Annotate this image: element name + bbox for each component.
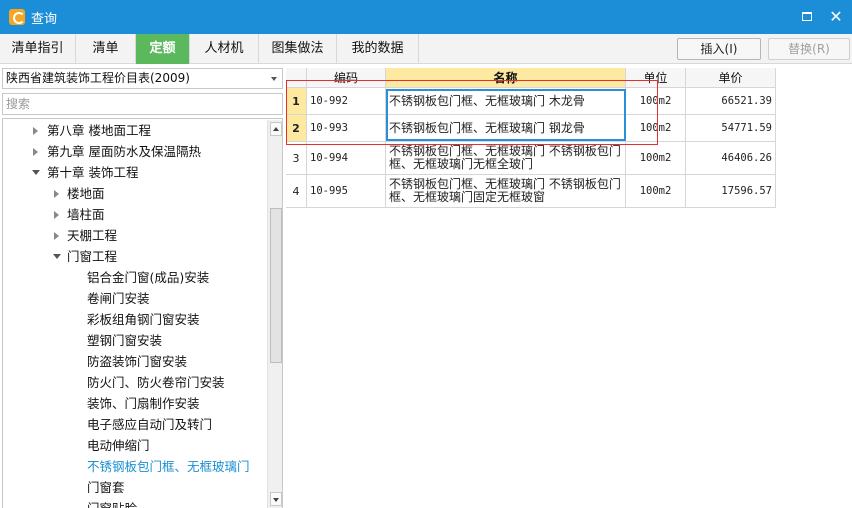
tab-bill-guide[interactable]: 清单指引 bbox=[0, 34, 76, 64]
tab-labor-material-machine[interactable]: 人材机 bbox=[190, 34, 259, 64]
tree-item-label: 楼地面 bbox=[67, 186, 105, 201]
tree-item-wall-column[interactable]: 墙柱面 bbox=[3, 204, 265, 225]
tree-item-label: 装饰、门扇制作安装 bbox=[87, 396, 200, 411]
tab-my-data[interactable]: 我的数据 bbox=[337, 34, 419, 64]
tree-item-label: 彩板组角钢门窗安装 bbox=[87, 312, 200, 327]
close-button[interactable]: ✕ bbox=[826, 7, 846, 27]
table-header-corner bbox=[286, 68, 307, 88]
tree-item-rolling-shutter[interactable]: 卷闸门安装 bbox=[3, 288, 265, 309]
cell-code[interactable]: 10-993 bbox=[307, 115, 386, 142]
triangle-down-icon[interactable] bbox=[32, 170, 40, 175]
cell-price[interactable]: 66521.39 bbox=[686, 88, 776, 115]
triangle-right-icon[interactable] bbox=[54, 232, 59, 240]
app-logo-icon bbox=[9, 9, 25, 25]
cell-name[interactable]: 不锈钢板包门框、无框玻璃门 钢龙骨 bbox=[386, 115, 626, 142]
tree-item-door-casing[interactable]: 门窗套 bbox=[3, 477, 265, 498]
tree-item-aluminum-doors[interactable]: 铝合金门窗(成品)安装 bbox=[3, 267, 265, 288]
tree-item-fire-doors[interactable]: 防火门、防火卷帘门安装 bbox=[3, 372, 265, 393]
title-bar: 查询 ✕ bbox=[0, 0, 852, 34]
tree-item-door-leaf[interactable]: 装饰、门扇制作安装 bbox=[3, 393, 265, 414]
column-header-price[interactable]: 单价 bbox=[686, 68, 776, 88]
tree-item-label: 电子感应自动门及转门 bbox=[87, 417, 213, 432]
row-number[interactable]: 2 bbox=[286, 115, 307, 142]
cell-code[interactable]: 10-992 bbox=[307, 88, 386, 115]
cell-unit[interactable]: 100m2 bbox=[626, 115, 686, 142]
tree-item-door-trim[interactable]: 门窗贴脸 bbox=[3, 498, 265, 508]
cell-price[interactable]: 46406.26 bbox=[686, 142, 776, 175]
tree-scrollbar[interactable] bbox=[267, 120, 282, 508]
category-tree: 第八章 楼地面工程 第九章 屋面防水及保温隔热 第十章 装饰工程 楼地面 墙柱面… bbox=[2, 118, 283, 508]
scroll-up-button[interactable] bbox=[270, 122, 282, 136]
tree-item-retractable-gate[interactable]: 电动伸缩门 bbox=[3, 435, 265, 456]
tree-item-label: 墙柱面 bbox=[67, 207, 105, 222]
tree-item-ceiling[interactable]: 天棚工程 bbox=[3, 225, 265, 246]
triangle-right-icon[interactable] bbox=[33, 148, 38, 156]
tree-item-chapter-8[interactable]: 第八章 楼地面工程 bbox=[3, 120, 265, 141]
triangle-right-icon[interactable] bbox=[33, 127, 38, 135]
tree-item-label: 铝合金门窗(成品)安装 bbox=[87, 270, 210, 285]
tree-item-doors-windows[interactable]: 门窗工程 bbox=[3, 246, 265, 267]
tree-item-floor[interactable]: 楼地面 bbox=[3, 183, 265, 204]
insert-button[interactable]: 插入(I) bbox=[677, 38, 761, 60]
cell-unit[interactable]: 100m2 bbox=[626, 88, 686, 115]
tree-item-label: 第十章 装饰工程 bbox=[47, 165, 139, 180]
tab-bill[interactable]: 清单 bbox=[76, 34, 136, 64]
tab-quota[interactable]: 定额 bbox=[136, 34, 190, 64]
tree-item-label: 门窗套 bbox=[87, 480, 125, 495]
column-header-name[interactable]: 名称 bbox=[386, 68, 626, 88]
tree-item-color-steel-doors[interactable]: 彩板组角钢门窗安装 bbox=[3, 309, 265, 330]
cell-unit[interactable]: 100m2 bbox=[626, 142, 686, 175]
tree-item-chapter-9[interactable]: 第九章 屋面防水及保温隔热 bbox=[3, 141, 265, 162]
tree-item-plastic-steel-doors[interactable]: 塑钢门窗安装 bbox=[3, 330, 265, 351]
tree-item-stainless-glass-doors[interactable]: 不锈钢板包门框、无框玻璃门 bbox=[3, 456, 265, 477]
catalog-select-value: 陕西省建筑装饰工程价目表(2009) bbox=[6, 71, 190, 85]
cell-price[interactable]: 54771.59 bbox=[686, 115, 776, 142]
triangle-down-icon[interactable] bbox=[53, 254, 61, 259]
cell-unit[interactable]: 100m2 bbox=[626, 175, 686, 208]
tree-item-label: 门窗工程 bbox=[67, 249, 118, 264]
column-header-unit[interactable]: 单位 bbox=[626, 68, 686, 88]
replace-button[interactable]: 替换(R) bbox=[768, 38, 850, 60]
row-number[interactable]: 3 bbox=[286, 142, 307, 175]
column-header-code[interactable]: 编码 bbox=[307, 68, 386, 88]
cell-name[interactable]: 不锈钢板包门框、无框玻璃门 不锈钢板包门框、无框玻璃门固定无框玻窗 bbox=[386, 175, 626, 208]
chevron-down-icon bbox=[271, 77, 277, 81]
row-number[interactable]: 4 bbox=[286, 175, 307, 208]
tree-item-label: 防盗装饰门窗安装 bbox=[87, 354, 188, 369]
tree-item-chapter-10[interactable]: 第十章 装饰工程 bbox=[3, 162, 265, 183]
maximize-button[interactable] bbox=[797, 7, 817, 27]
tree-item-automatic-doors[interactable]: 电子感应自动门及转门 bbox=[3, 414, 265, 435]
tree-item-label: 门窗贴脸 bbox=[87, 498, 137, 508]
tree-item-label: 不锈钢板包门框、无框玻璃门 bbox=[87, 459, 250, 474]
cell-code[interactable]: 10-994 bbox=[307, 142, 386, 175]
tab-atlas-method[interactable]: 图集做法 bbox=[259, 34, 337, 64]
cell-price[interactable]: 17596.57 bbox=[686, 175, 776, 208]
maximize-icon bbox=[802, 11, 812, 21]
triangle-right-icon[interactable] bbox=[54, 211, 59, 219]
row-number[interactable]: 1 bbox=[286, 88, 307, 115]
catalog-select[interactable]: 陕西省建筑装饰工程价目表(2009) bbox=[2, 68, 283, 89]
cell-name[interactable]: 不锈钢板包门框、无框玻璃门 不锈钢板包门框、无框玻璃门无框全玻门 bbox=[386, 142, 626, 175]
tree-item-label: 天棚工程 bbox=[67, 228, 118, 243]
window-title: 查询 bbox=[31, 11, 58, 27]
search-input[interactable] bbox=[2, 93, 283, 115]
tab-bar: 清单指引 清单 定额 人材机 图集做法 我的数据 插入(I) 替换(R) bbox=[0, 34, 852, 64]
cell-name[interactable]: 不锈钢板包门框、无框玻璃门 木龙骨 bbox=[386, 88, 626, 115]
tree-item-label: 塑钢门窗安装 bbox=[87, 333, 163, 348]
cell-code[interactable]: 10-995 bbox=[307, 175, 386, 208]
tree-item-label: 卷闸门安装 bbox=[87, 291, 150, 306]
tree-item-label: 防火门、防火卷帘门安装 bbox=[87, 375, 225, 390]
tree-item-security-doors[interactable]: 防盗装饰门窗安装 bbox=[3, 351, 265, 372]
scroll-down-button[interactable] bbox=[270, 492, 282, 506]
tree-item-label: 第八章 楼地面工程 bbox=[47, 123, 151, 138]
triangle-right-icon[interactable] bbox=[54, 190, 59, 198]
scroll-thumb[interactable] bbox=[270, 208, 282, 363]
tree-item-label: 第九章 屋面防水及保温隔热 bbox=[47, 144, 201, 159]
tree-item-label: 电动伸缩门 bbox=[87, 438, 150, 453]
